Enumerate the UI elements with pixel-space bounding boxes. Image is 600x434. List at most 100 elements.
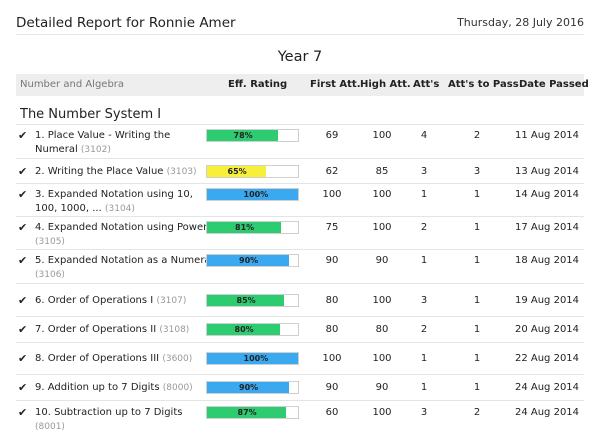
attempts-to-pass: 1: [473, 382, 481, 393]
effectiveness-percent: 90%: [239, 383, 259, 392]
effectiveness-percent: 87%: [237, 408, 257, 417]
skill-name[interactable]: 9. Addition up to 7 Digits (8000): [35, 381, 215, 395]
effectiveness-bar: 87%: [206, 406, 299, 419]
date-passed: 11 Aug 2014: [514, 130, 580, 141]
first-attempt-score: 62: [325, 166, 339, 177]
first-attempt-score: 100: [322, 189, 342, 200]
column-date-passed: Date Passed: [519, 79, 589, 90]
attempts-to-pass: 1: [473, 189, 481, 200]
high-attempt-score: 90: [375, 255, 389, 266]
column-atts-to-pass: Att's to Pass: [448, 79, 519, 90]
first-attempt-score: 69: [325, 130, 339, 141]
skill-name[interactable]: 8. Order of Operations III (3600): [35, 352, 215, 366]
check-icon: ✔: [18, 129, 28, 142]
high-attempt-score: 90: [375, 382, 389, 393]
skill-title[interactable]: 10. Subtraction up to 7 Digits: [35, 407, 182, 418]
report-date: Thursday, 28 July 2016: [457, 16, 584, 29]
table-row: ✔ 9. Addition up to 7 Digits (8000) 90% 90 9…: [16, 374, 584, 401]
first-attempt-score: 90: [325, 382, 339, 393]
skill-title[interactable]: 4. Expanded Notation using Powers: [35, 222, 212, 233]
attempts-count: 1: [420, 353, 428, 364]
effectiveness-percent: 65%: [227, 167, 247, 176]
check-icon: ✔: [18, 221, 28, 234]
report-title: Detailed Report for Ronnie Amer: [16, 15, 236, 31]
skill-code: (3108): [159, 325, 190, 335]
high-attempt-score: 100: [372, 130, 392, 141]
skill-title[interactable]: 7. Order of Operations II: [35, 324, 156, 335]
skill-title[interactable]: 2. Writing the Place Value: [35, 166, 163, 177]
check-icon: ✔: [18, 254, 28, 267]
check-icon: ✔: [18, 406, 28, 419]
skill-name[interactable]: 2. Writing the Place Value (3103): [35, 165, 215, 179]
effectiveness-bar: 65%: [206, 165, 299, 178]
effectiveness-percent: 100%: [243, 354, 269, 363]
effectiveness-bar: 80%: [206, 323, 299, 336]
skill-name[interactable]: 5. Expanded Notation as a Numeral (3106): [35, 254, 215, 282]
effectiveness-percent: 80%: [234, 325, 254, 334]
skill-code: (3106): [35, 270, 65, 280]
effectiveness-bar: 90%: [206, 381, 299, 394]
attempts-count: 3: [420, 166, 428, 177]
effectiveness-bar: 81%: [206, 221, 299, 234]
effectiveness-bar: 100%: [206, 188, 299, 201]
attempts-to-pass: 2: [473, 407, 481, 418]
date-passed: 19 Aug 2014: [514, 295, 580, 306]
date-passed: 13 Aug 2014: [514, 166, 580, 177]
date-passed: 24 Aug 2014: [514, 382, 580, 393]
first-attempt-score: 90: [325, 255, 339, 266]
column-eff-rating: Eff. Rating: [228, 79, 288, 90]
skill-name[interactable]: 1. Place Value - Writing the Numeral (31…: [35, 129, 215, 157]
effectiveness-percent: 81%: [235, 223, 255, 232]
attempts-count: 2: [420, 222, 428, 233]
check-icon: ✔: [18, 188, 28, 201]
skill-name[interactable]: 10. Subtraction up to 7 Digits (8001): [35, 406, 215, 434]
skill-code: (8000): [162, 383, 193, 393]
high-attempt-score: 100: [372, 222, 392, 233]
skill-code: (3600): [162, 354, 193, 364]
date-passed: 14 Aug 2014: [514, 189, 580, 200]
first-attempt-score: 80: [325, 324, 339, 335]
high-attempt-score: 100: [372, 407, 392, 418]
attempts-count: 3: [420, 407, 428, 418]
check-icon: ✔: [18, 381, 28, 394]
table-row: ✔ 7. Order of Operations II (3108) 80% 80 80…: [16, 316, 584, 343]
high-attempt-score: 100: [372, 353, 392, 364]
date-passed: 18 Aug 2014: [514, 255, 580, 266]
skill-name[interactable]: 7. Order of Operations II (3108): [35, 323, 215, 337]
year-heading: Year 7: [277, 49, 323, 65]
table-header: Number and Algebra Eff. Rating First Att…: [16, 74, 589, 96]
table-row: ✔ 3. Expanded Notation using 10, 100, 100…: [16, 183, 584, 217]
report-header: Detailed Report for Ronnie Amer Thursday…: [0, 0, 600, 44]
table-row: ✔ 5. Expanded Notation as a Numeral (3106…: [16, 249, 584, 284]
skill-name[interactable]: 4. Expanded Notation using Powers (3105): [35, 221, 215, 249]
skill-name[interactable]: 3. Expanded Notation using 10, 100, 1000…: [35, 188, 215, 216]
column-first-att: First Att.: [310, 79, 361, 90]
skill-name[interactable]: 6. Order of Operations I (3107): [35, 294, 215, 308]
attempts-count: 1: [420, 382, 428, 393]
effectiveness-percent: 78%: [233, 131, 253, 140]
table-row: ✔ 4. Expanded Notation using Powers (3105…: [16, 216, 584, 250]
attempts-to-pass: 1: [473, 324, 481, 335]
skill-title[interactable]: 5. Expanded Notation as a Numeral: [35, 255, 213, 266]
skill-title[interactable]: 6. Order of Operations I: [35, 295, 153, 306]
column-high-att: High Att.: [360, 79, 411, 90]
date-passed: 20 Aug 2014: [514, 324, 580, 335]
attempts-count: 4: [420, 130, 428, 141]
attempts-count: 3: [420, 295, 428, 306]
first-attempt-score: 100: [322, 353, 342, 364]
effectiveness-bar: 85%: [206, 294, 299, 307]
effectiveness-bar: 100%: [206, 352, 299, 365]
date-passed: 17 Aug 2014: [514, 222, 580, 233]
skill-title[interactable]: 9. Addition up to 7 Digits: [35, 382, 160, 393]
skill-code: (8001): [35, 422, 65, 432]
attempts-to-pass: 1: [473, 222, 481, 233]
skill-title[interactable]: 8. Order of Operations III: [35, 353, 159, 364]
high-attempt-score: 85: [375, 166, 389, 177]
check-icon: ✔: [18, 165, 28, 178]
attempts-count: 1: [420, 255, 428, 266]
effectiveness-percent: 90%: [239, 256, 259, 265]
attempts-to-pass: 3: [473, 166, 481, 177]
table-row: ✔ 1. Place Value - Writing the Numeral (3…: [16, 124, 584, 159]
section-title: The Number System I: [20, 107, 162, 122]
column-strand: Number and Algebra: [20, 79, 125, 90]
